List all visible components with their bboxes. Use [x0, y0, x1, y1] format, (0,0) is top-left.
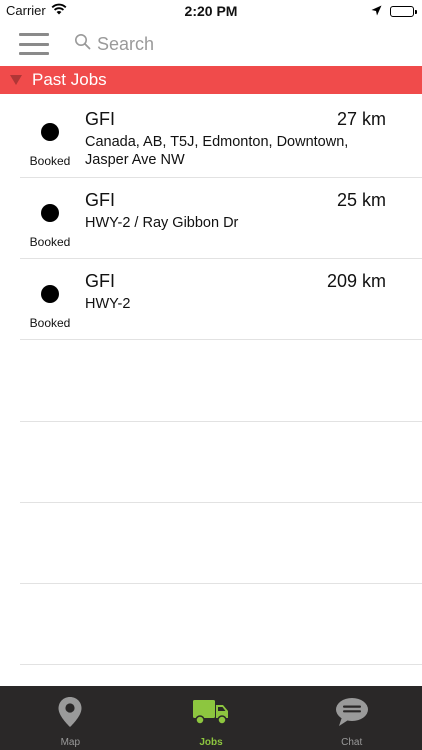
- tab-map[interactable]: Map: [0, 686, 141, 750]
- tab-label: Chat: [341, 737, 363, 748]
- status-dot-icon: [41, 123, 59, 141]
- status-right: [371, 4, 417, 19]
- job-status: Booked: [29, 154, 71, 168]
- status-dot-icon: [41, 204, 59, 222]
- job-title: GFI: [85, 190, 115, 210]
- job-address: Canada, AB, T5J, Edmonton, Downtown, Jas…: [85, 134, 349, 168]
- tab-chat[interactable]: Chat: [281, 686, 422, 750]
- job-row[interactable]: Booked GFI 209 km HWY-2: [0, 259, 422, 340]
- battery-icon: [390, 6, 417, 17]
- hamburger-menu-icon[interactable]: [19, 33, 49, 55]
- app-header: [0, 22, 422, 66]
- truck-icon: [192, 696, 230, 728]
- job-address: HWY-2 / Ray Gibbon Dr: [85, 215, 239, 231]
- list-divider: [20, 583, 422, 584]
- collapse-triangle-icon: [10, 75, 22, 85]
- status-time: 2:20 PM: [184, 3, 238, 19]
- list-divider: [20, 664, 422, 665]
- search-box[interactable]: [74, 30, 374, 58]
- menu-line: [19, 33, 49, 36]
- status-dot-icon: [41, 285, 59, 303]
- status-bar: Carrier 2:20 PM: [0, 0, 422, 22]
- list-divider: [20, 421, 422, 422]
- chat-bubble-icon: [335, 696, 369, 728]
- tab-label: Jobs: [199, 737, 223, 748]
- job-list: Booked GFI 27 km Canada, AB, T5J, Edmont…: [0, 97, 422, 340]
- tab-jobs[interactable]: Jobs: [141, 686, 282, 750]
- section-title: Past Jobs: [32, 70, 107, 89]
- tab-label: Map: [60, 737, 81, 748]
- job-distance: 209 km: [326, 271, 386, 291]
- job-row[interactable]: Booked GFI 25 km HWY-2 / Ray Gibbon Dr: [0, 178, 422, 259]
- tab-bar: Map Jobs Chat: [0, 686, 422, 750]
- job-distance: 27 km: [336, 109, 386, 129]
- job-status: Booked: [29, 316, 71, 330]
- list-divider: [20, 502, 422, 503]
- location-arrow-icon: [371, 4, 382, 19]
- job-distance: 25 km: [336, 190, 386, 210]
- search-icon: [74, 33, 91, 55]
- job-row[interactable]: Booked GFI 27 km Canada, AB, T5J, Edmont…: [0, 97, 422, 178]
- menu-line: [19, 52, 49, 55]
- job-address: HWY-2: [85, 296, 131, 312]
- job-title: GFI: [85, 271, 115, 291]
- search-input[interactable]: [97, 33, 337, 55]
- job-status: Booked: [29, 235, 71, 249]
- past-jobs-section-header[interactable]: Past Jobs: [0, 66, 422, 94]
- map-pin-icon: [57, 696, 83, 728]
- menu-line: [19, 42, 49, 46]
- job-title: GFI: [85, 109, 115, 129]
